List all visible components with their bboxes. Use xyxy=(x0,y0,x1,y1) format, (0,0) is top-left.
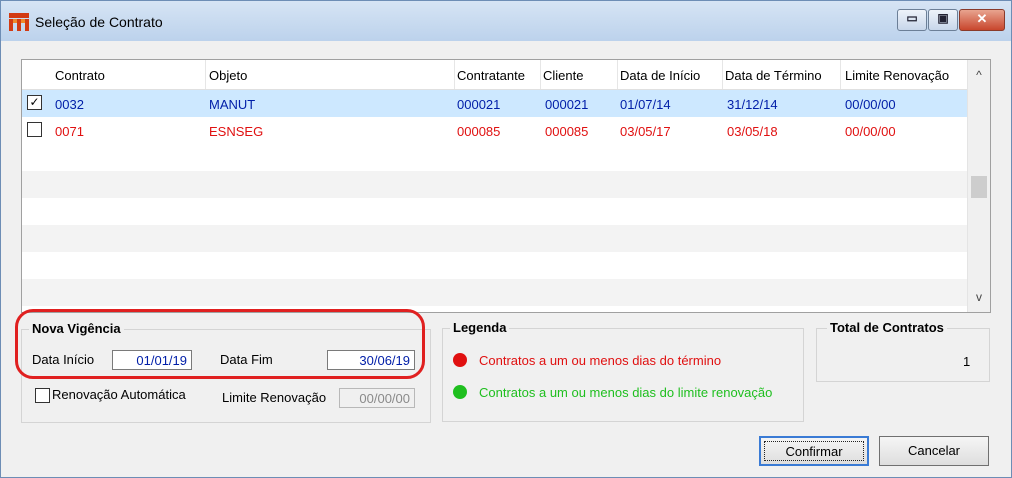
renovacao-automatica-checkbox[interactable] xyxy=(35,388,50,403)
empty-row xyxy=(22,279,967,306)
total-value: 1 xyxy=(963,354,971,369)
cell-contrato: 0032 xyxy=(55,97,84,112)
maximize-icon: ▣ xyxy=(937,11,949,25)
cancelar-button[interactable]: Cancelar xyxy=(879,436,989,466)
cell-contratante: 000021 xyxy=(457,97,501,112)
cell-objeto: MANUT xyxy=(209,97,256,112)
window-controls: ▭ ▣ ✕ xyxy=(897,9,1005,31)
confirmar-button[interactable]: Confirmar xyxy=(759,436,869,466)
minimize-icon: ▭ xyxy=(906,11,918,25)
col-contrato[interactable]: Contrato xyxy=(55,68,105,83)
cell-contrato: 0071 xyxy=(55,124,84,139)
col-limite-renovacao[interactable]: Limite Renovação xyxy=(845,68,949,83)
cell-data-inicio: 01/07/14 xyxy=(620,97,671,112)
renovacao-automatica-label[interactable]: Renovação Automática xyxy=(52,387,186,402)
cell-data-termino: 03/05/18 xyxy=(727,124,778,139)
cell-objeto: ESNSEG xyxy=(209,124,264,139)
cell-data-termino: 31/12/14 xyxy=(727,97,778,112)
col-cliente[interactable]: Cliente xyxy=(543,68,583,83)
empty-row xyxy=(22,171,967,198)
close-icon: ✕ xyxy=(976,11,988,26)
close-button[interactable]: ✕ xyxy=(959,9,1005,31)
title-bar[interactable]: Seleção de Contrato ▭ ▣ ✕ xyxy=(1,1,1011,41)
green-dot-icon xyxy=(453,385,467,399)
scroll-thumb[interactable] xyxy=(971,176,987,198)
red-dot-icon xyxy=(453,353,467,367)
limite-renovacao-label: Limite Renovação xyxy=(222,390,327,405)
table-row[interactable]: ✓ 0032 MANUT 000021 000021 01/07/14 31/1… xyxy=(22,90,967,117)
grid-header: Contrato Objeto Contratante Cliente Data… xyxy=(22,60,967,90)
col-divider[interactable] xyxy=(540,60,541,89)
col-divider[interactable] xyxy=(454,60,455,89)
contracts-grid[interactable]: Contrato Objeto Contratante Cliente Data… xyxy=(21,59,991,313)
scroll-down-icon[interactable]: v xyxy=(968,290,990,304)
cell-limite-renovacao: 00/00/00 xyxy=(845,124,896,139)
scroll-up-icon[interactable]: ^ xyxy=(968,68,990,82)
cell-data-inicio: 03/05/17 xyxy=(620,124,671,139)
legenda-item-termino: Contratos a um ou menos dias do término xyxy=(479,353,722,368)
maximize-button[interactable]: ▣ xyxy=(928,9,958,31)
cell-contratante: 000085 xyxy=(457,124,501,139)
vertical-scrollbar[interactable]: ^ v xyxy=(967,60,990,312)
window-title: Seleção de Contrato xyxy=(35,14,163,30)
col-divider[interactable] xyxy=(840,60,841,89)
col-divider[interactable] xyxy=(722,60,723,89)
highlight-annotation xyxy=(15,309,425,379)
total-title: Total de Contratos xyxy=(827,320,947,335)
legenda-title: Legenda xyxy=(450,320,510,335)
legenda-group xyxy=(442,328,804,422)
col-divider[interactable] xyxy=(205,60,206,89)
cell-cliente: 000085 xyxy=(545,124,589,139)
col-divider[interactable] xyxy=(617,60,618,89)
col-contratante[interactable]: Contratante xyxy=(457,68,525,83)
empty-row xyxy=(22,225,967,252)
col-data-inicio[interactable]: Data de Início xyxy=(620,68,700,83)
col-objeto[interactable]: Objeto xyxy=(209,68,247,83)
row-checkbox[interactable] xyxy=(27,122,42,137)
app-logo-icon xyxy=(9,13,29,31)
minimize-button[interactable]: ▭ xyxy=(897,9,927,31)
col-data-termino[interactable]: Data de Término xyxy=(725,68,822,83)
legenda-item-limite: Contratos a um ou menos dias do limite r… xyxy=(479,385,773,400)
cell-cliente: 000021 xyxy=(545,97,589,112)
limite-renovacao-input: 00/00/00 xyxy=(339,388,415,408)
cell-limite-renovacao: 00/00/00 xyxy=(845,97,896,112)
contract-selection-window: Seleção de Contrato ▭ ▣ ✕ Contrato Objet… xyxy=(0,0,1012,478)
table-row[interactable]: 0071 ESNSEG 000085 000085 03/05/17 03/05… xyxy=(22,117,967,144)
row-checkbox[interactable]: ✓ xyxy=(27,95,42,110)
confirmar-label: Confirmar xyxy=(764,441,864,461)
